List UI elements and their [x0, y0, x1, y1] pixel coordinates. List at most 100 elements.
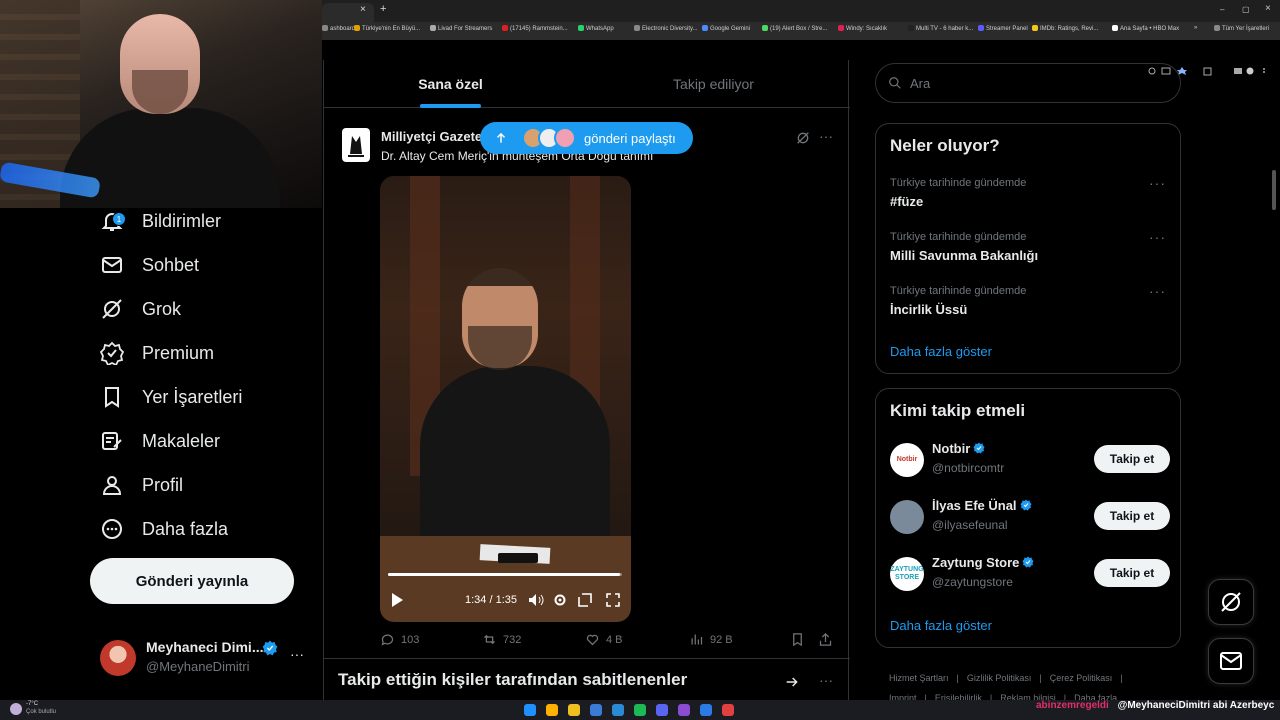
profile-more-icon[interactable]: ···	[290, 646, 304, 662]
arrow-right-icon[interactable]	[784, 674, 800, 690]
follow-button[interactable]: Takip et	[1094, 445, 1170, 473]
search-input[interactable]: Ara	[875, 63, 1181, 103]
volume-icon[interactable]	[528, 593, 544, 607]
account-switcher[interactable]: Meyhaneci Dimi... @MeyhaneDimitri ···	[100, 632, 314, 682]
share-icon[interactable]	[818, 632, 833, 647]
grok-explain-icon[interactable]	[795, 130, 811, 146]
video-scrubber[interactable]	[388, 573, 622, 576]
follow-name[interactable]: Zaytung Store	[932, 555, 1034, 570]
trend-more-icon[interactable]: ···	[1149, 283, 1166, 299]
footer-separator: |	[1120, 673, 1123, 683]
post-author[interactable]: Milliyetçi Gazete	[381, 129, 482, 144]
taskbar-app-icon[interactable]	[634, 704, 646, 716]
footer-link[interactable]: Çerez Politikası	[1050, 673, 1113, 683]
taskbar-app-icon[interactable]	[546, 704, 558, 716]
follow-suggestion[interactable]: İlyas Efe Ünal @ilyasefeunal Takip et	[890, 498, 1170, 538]
nav-item-label: Bildirimler	[142, 210, 222, 231]
tab-close-icon[interactable]: ×	[360, 4, 366, 15]
bookmark-item[interactable]: Multi TV - 6 haber k...	[908, 25, 973, 32]
tab-for-you[interactable]: Sana özel	[324, 60, 577, 108]
trend-more-icon[interactable]: ···	[1149, 175, 1166, 191]
play-icon[interactable]	[390, 592, 404, 608]
follow-button[interactable]: Takip et	[1094, 559, 1170, 587]
nav-item-grok[interactable]: Grok	[100, 289, 181, 329]
tab-following[interactable]: Takip ediliyor	[577, 60, 850, 108]
bookmark-item[interactable]: Tüm Yer İşaretleri	[1214, 25, 1269, 32]
post-video[interactable]: 1:34 / 1:35	[380, 176, 631, 622]
bookmark-item[interactable]: Ana Sayfa • HBO Max	[1112, 25, 1179, 32]
follow-button[interactable]: Takip et	[1094, 502, 1170, 530]
show-more-follow[interactable]: Daha fazla göster	[890, 618, 992, 633]
bookmark-item[interactable]: IMDb: Ratings, Revi...	[1032, 25, 1098, 32]
minimize-button[interactable]: –	[1220, 5, 1224, 14]
like-button[interactable]: 4 B	[585, 632, 623, 647]
taskbar-app-icon[interactable]	[722, 704, 734, 716]
bookmark-item[interactable]: Electronic Diversity...	[634, 25, 698, 32]
follow-suggestion[interactable]: Notbir Notbir @notbircomtr Takip et	[890, 441, 1170, 481]
bookmark-favicon-icon	[578, 25, 584, 31]
footer-link[interactable]: Hizmet Şartları	[889, 673, 949, 683]
new-posts-pill[interactable]: gönderi paylaştı	[480, 122, 693, 154]
pip-icon[interactable]	[578, 593, 592, 607]
messages-fab[interactable]	[1208, 638, 1254, 684]
nav-item-bildirimler[interactable]: 1 Bildirimler	[100, 201, 221, 241]
taskbar-app-icon[interactable]	[678, 704, 690, 716]
bookmark-label: (17145) Rammstein...	[510, 26, 568, 32]
taskbar-app-icon[interactable]	[568, 704, 580, 716]
bookmark-item[interactable]: WhatsApp	[578, 25, 614, 32]
new-tab-button[interactable]: +	[380, 3, 386, 15]
avatar	[100, 640, 136, 676]
views-button[interactable]: 92 B	[689, 632, 733, 647]
bookmark-item[interactable]: (17145) Rammstein...	[502, 25, 568, 32]
nav-item-premium[interactable]: Premium	[99, 333, 214, 373]
pinned-section-title: Takip ettiğin kişiler tarafından sabitle…	[338, 670, 688, 689]
show-more-trends[interactable]: Daha fazla göster	[890, 344, 992, 359]
nav-item-yer-i-şaretleri[interactable]: Yer İşaretleri	[100, 377, 242, 417]
follow-name[interactable]: İlyas Efe Ünal	[932, 498, 1032, 513]
browser-tab[interactable]: ×	[322, 3, 374, 22]
grok-fab[interactable]	[1208, 579, 1254, 625]
divider	[324, 658, 850, 659]
reply-icon	[381, 634, 394, 646]
bookmark-item[interactable]: ashboard	[322, 25, 355, 32]
bookmark-item[interactable]: »	[1194, 25, 1197, 31]
bookmark-item[interactable]: (19) Alert Box / Stre...	[762, 25, 827, 32]
post-button[interactable]: Gönderi yayınla	[90, 558, 294, 604]
author-avatar[interactable]	[342, 128, 370, 162]
settings-icon[interactable]	[553, 593, 567, 607]
bookmark-item[interactable]: Google Gemini	[702, 25, 750, 32]
bookmark-favicon-icon	[634, 25, 640, 31]
nav-item-sohbet[interactable]: Sohbet	[100, 245, 199, 285]
post-more-icon[interactable]: ···	[819, 128, 833, 144]
bookmark-item[interactable]: Türkiye'nin En Büyü...	[354, 25, 420, 32]
bookmark-icon[interactable]	[790, 632, 805, 647]
taskbar-app-icon[interactable]	[524, 704, 536, 716]
avatar[interactable]: Notbir	[890, 443, 924, 477]
repost-button[interactable]: 732	[482, 632, 521, 647]
bookmark-item[interactable]: Windy: Sıcaklık	[838, 25, 887, 32]
footer-link[interactable]: Gizlilik Politikası	[967, 673, 1032, 683]
bookmark-item[interactable]: Livad For Streamers	[430, 25, 492, 32]
fullscreen-icon[interactable]	[606, 593, 620, 607]
trend-more-icon[interactable]: ···	[1149, 229, 1166, 245]
taskbar-app-icon[interactable]	[656, 704, 668, 716]
bookmark-favicon-icon	[838, 25, 844, 31]
taskbar-app-icon[interactable]	[612, 704, 624, 716]
bookmark-favicon-icon	[322, 25, 328, 31]
pinned-more-icon[interactable]: ···	[819, 672, 833, 688]
follow-suggestion[interactable]: ZAYTUNG STORE Zaytung Store @zaytungstore T…	[890, 555, 1170, 595]
reply-button[interactable]: 103	[380, 632, 419, 647]
avatar[interactable]: ZAYTUNG STORE	[890, 557, 924, 591]
nav-item-daha-fazla[interactable]: Daha fazla	[100, 509, 228, 549]
footer-separator: |	[1039, 673, 1042, 683]
nav-item-profil[interactable]: Profil	[100, 465, 183, 505]
maximize-button[interactable]: ▢	[1242, 5, 1250, 14]
taskbar-app-icon[interactable]	[590, 704, 602, 716]
follow-name[interactable]: Notbir	[932, 441, 985, 456]
bookmark-item[interactable]: Streamer Panel	[978, 25, 1028, 32]
taskbar-app-icon[interactable]	[700, 704, 712, 716]
nav-item-makaleler[interactable]: Makaleler	[100, 421, 220, 461]
close-window-button[interactable]: ×	[1265, 3, 1271, 14]
scrollbar[interactable]	[1272, 170, 1276, 210]
avatar[interactable]	[890, 500, 924, 534]
